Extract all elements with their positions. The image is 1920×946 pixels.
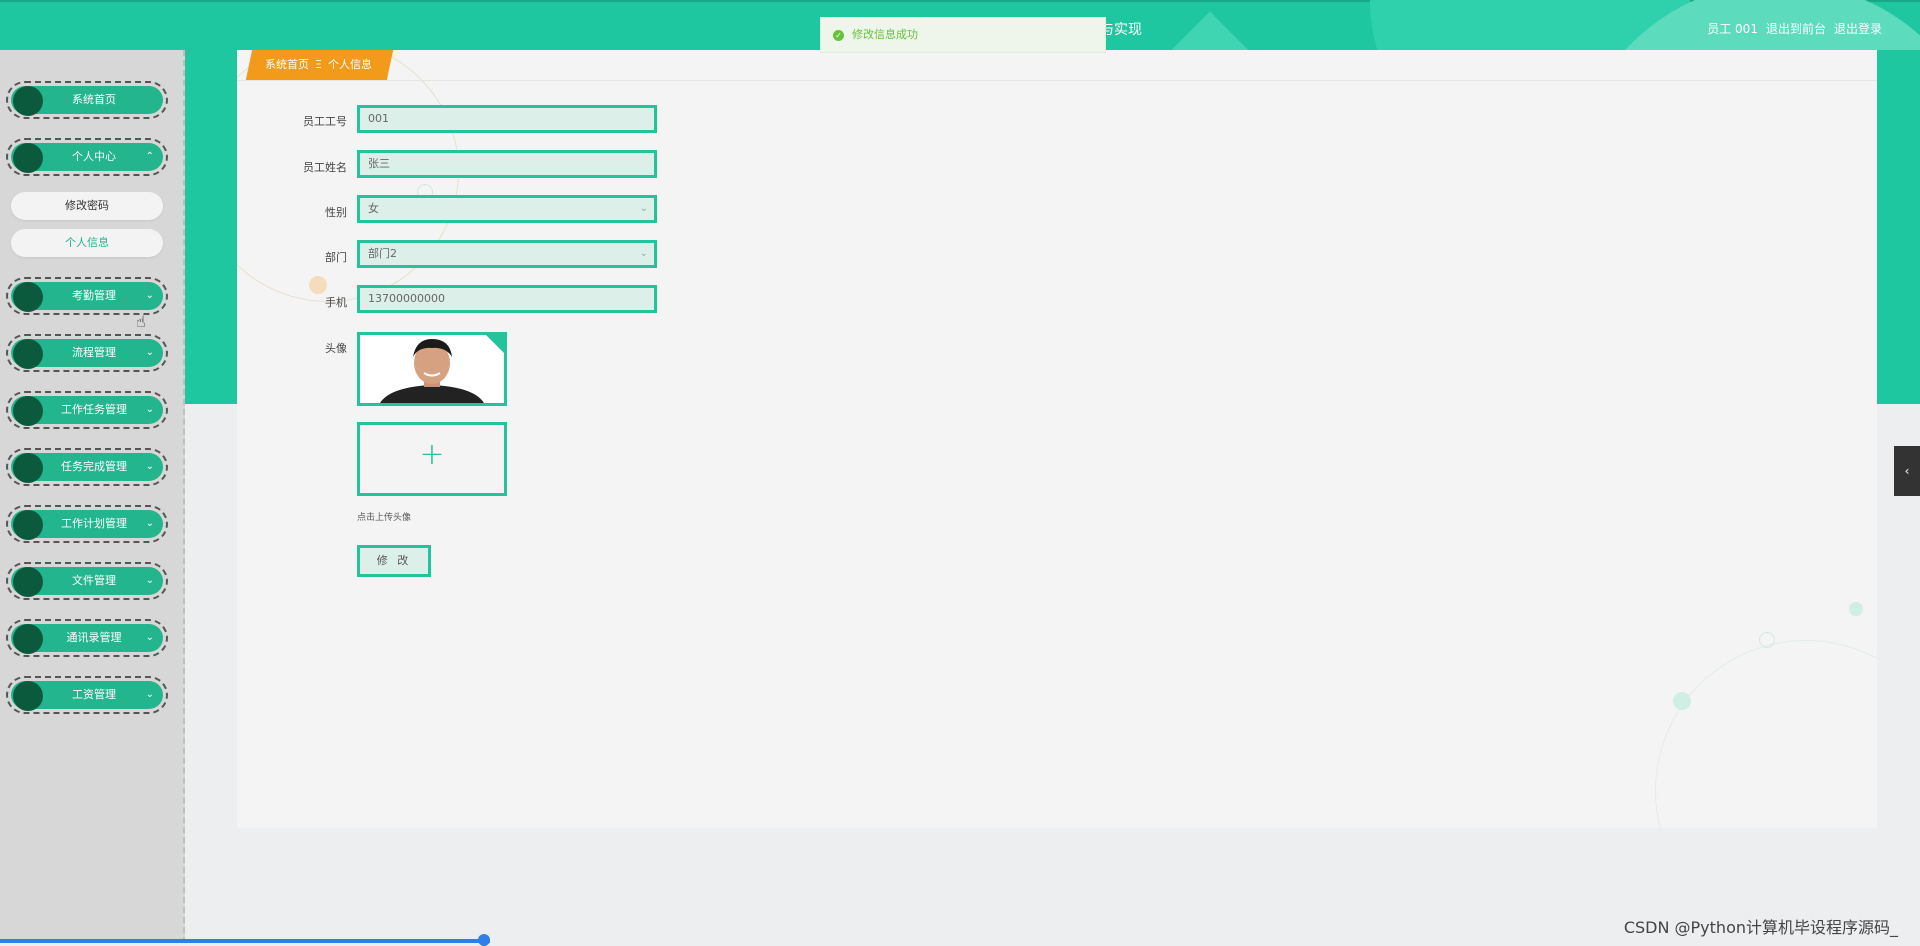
menu-dot-icon bbox=[13, 567, 43, 597]
corner-mark-icon bbox=[486, 335, 504, 353]
upload-avatar-button[interactable]: + bbox=[357, 422, 507, 496]
sidebar-item-label: 文件管理 bbox=[72, 574, 116, 587]
sidebar-item-work-plan[interactable]: 工作计划管理 ⌄ bbox=[6, 505, 168, 543]
sidebar: 系统首页 个人中心 ⌃ 修改密码 个人信息 考勤管理 ⌄ 流程管理 ⌄ 工作任务… bbox=[0, 50, 185, 943]
user-area: 员工 001 退出到前台 退出登录 bbox=[1707, 20, 1882, 37]
breadcrumb-current: 个人信息 bbox=[327, 58, 372, 71]
department-value: 部门2 bbox=[368, 247, 397, 260]
sidebar-item-work-tasks[interactable]: 工作任务管理 ⌄ bbox=[6, 391, 168, 429]
menu-dot-icon bbox=[13, 339, 43, 369]
toast-message: 修改信息成功 bbox=[852, 28, 918, 41]
sidebar-item-label: 工作任务管理 bbox=[61, 403, 127, 416]
employee-name-field[interactable]: 张三 bbox=[357, 150, 657, 178]
menu-dot-icon bbox=[13, 624, 43, 654]
sidebar-item-personal-center[interactable]: 个人中心 ⌃ bbox=[6, 138, 168, 176]
department-select[interactable]: 部门2 ⌄ bbox=[357, 240, 657, 268]
chevron-down-icon: ⌄ bbox=[145, 689, 154, 700]
menu-dot-icon bbox=[13, 86, 43, 116]
sidebar-subitem-personal-info[interactable]: 个人信息 bbox=[11, 229, 163, 257]
sidebar-item-files[interactable]: 文件管理 ⌄ bbox=[6, 562, 168, 600]
divider bbox=[237, 80, 1877, 81]
menu-dot-icon bbox=[13, 143, 43, 173]
avatar-photo bbox=[360, 335, 504, 403]
sidebar-item-label: 流程管理 bbox=[72, 346, 116, 359]
logout-link[interactable]: 退出登录 bbox=[1834, 20, 1882, 37]
menu-dot-icon bbox=[13, 453, 43, 483]
chevron-down-icon: ⌄ bbox=[639, 248, 648, 259]
sidebar-item-label: 通讯录管理 bbox=[66, 631, 122, 644]
chevron-down-icon: ⌄ bbox=[145, 347, 154, 358]
sidebar-item-home[interactable]: 系统首页 bbox=[6, 81, 168, 119]
employee-no-label: 员工工号 bbox=[303, 115, 347, 128]
chevron-down-icon: ⌄ bbox=[145, 518, 154, 529]
breadcrumb-home[interactable]: 系统首页 bbox=[265, 58, 309, 71]
sidebar-item-label: 任务完成管理 bbox=[61, 460, 127, 473]
chevron-down-icon: ⌄ bbox=[145, 575, 154, 586]
sidebar-subitem-change-password[interactable]: 修改密码 bbox=[11, 192, 163, 220]
employee-no-field[interactable]: 001 bbox=[357, 105, 657, 133]
sidebar-item-label: 工资管理 bbox=[72, 688, 116, 701]
menu-dot-icon bbox=[13, 681, 43, 711]
chevron-down-icon: ⌄ bbox=[145, 404, 154, 415]
breadcrumb: 系统首页 Ξ 个人信息 bbox=[245, 50, 394, 80]
sidebar-item-task-completion[interactable]: 任务完成管理 ⌄ bbox=[6, 448, 168, 486]
decorative-circle bbox=[1655, 640, 1877, 828]
watermark: CSDN @Python计算机毕设程序源码_ bbox=[1623, 918, 1898, 937]
progress-handle[interactable] bbox=[478, 934, 490, 946]
modify-button[interactable]: 修 改 bbox=[357, 545, 431, 577]
gender-select[interactable]: 女 ⌄ bbox=[357, 195, 657, 223]
breadcrumb-separator-icon: Ξ bbox=[315, 58, 322, 71]
collapse-panel-button[interactable]: ‹ bbox=[1894, 446, 1920, 496]
system-title: 与实现 bbox=[1100, 22, 1142, 38]
chevron-left-icon: ‹ bbox=[1904, 464, 1910, 478]
sidebar-item-salary[interactable]: 工资管理 ⌄ bbox=[6, 676, 168, 714]
main-panel: 系统首页 Ξ 个人信息 员工工号 001 员工姓名 张三 性别 女 ⌄ 部门 部门2… bbox=[237, 50, 1877, 828]
sidebar-item-workflow[interactable]: 流程管理 ⌄ bbox=[6, 334, 168, 372]
decorative-dot bbox=[1849, 602, 1863, 616]
gender-label: 性别 bbox=[325, 206, 347, 219]
avatar-label: 头像 bbox=[325, 342, 347, 355]
gender-value: 女 bbox=[368, 202, 379, 215]
sidebar-item-attendance[interactable]: 考勤管理 ⌄ bbox=[6, 277, 168, 315]
menu-dot-icon bbox=[13, 510, 43, 540]
sidebar-item-label: 考勤管理 bbox=[72, 289, 116, 302]
upload-hint: 点击上传头像 bbox=[357, 513, 412, 523]
decorative-dot bbox=[1759, 632, 1775, 648]
decorative-dot bbox=[309, 276, 327, 294]
chevron-down-icon: ⌄ bbox=[145, 461, 154, 472]
menu-dot-icon bbox=[13, 282, 43, 312]
success-toast: ✓ 修改信息成功 bbox=[820, 17, 1106, 53]
chevron-up-icon: ⌃ bbox=[145, 151, 154, 162]
chevron-down-icon: ⌄ bbox=[145, 290, 154, 301]
video-progress-bar[interactable] bbox=[0, 939, 490, 943]
chevron-down-icon: ⌄ bbox=[145, 632, 154, 643]
employee-name-label: 员工姓名 bbox=[303, 161, 347, 174]
avatar-image[interactable] bbox=[357, 332, 507, 406]
decorative-dot bbox=[1673, 692, 1691, 710]
phone-label: 手机 bbox=[325, 296, 347, 309]
success-check-icon: ✓ bbox=[833, 29, 844, 41]
sidebar-item-contacts[interactable]: 通讯录管理 ⌄ bbox=[6, 619, 168, 657]
plus-icon: + bbox=[419, 437, 445, 472]
hand-cursor-icon: ☝ bbox=[136, 312, 146, 331]
menu-dot-icon bbox=[13, 396, 43, 426]
chevron-down-icon: ⌄ bbox=[639, 203, 648, 214]
phone-field[interactable]: 13700000000 bbox=[357, 285, 657, 313]
department-label: 部门 bbox=[325, 251, 347, 264]
sidebar-item-label: 工作计划管理 bbox=[61, 517, 127, 530]
user-label: 员工 001 bbox=[1707, 22, 1758, 36]
sidebar-item-label: 个人中心 bbox=[72, 150, 116, 163]
back-to-frontend-link[interactable]: 退出到前台 bbox=[1766, 20, 1826, 37]
sidebar-item-label: 系统首页 bbox=[72, 93, 116, 106]
